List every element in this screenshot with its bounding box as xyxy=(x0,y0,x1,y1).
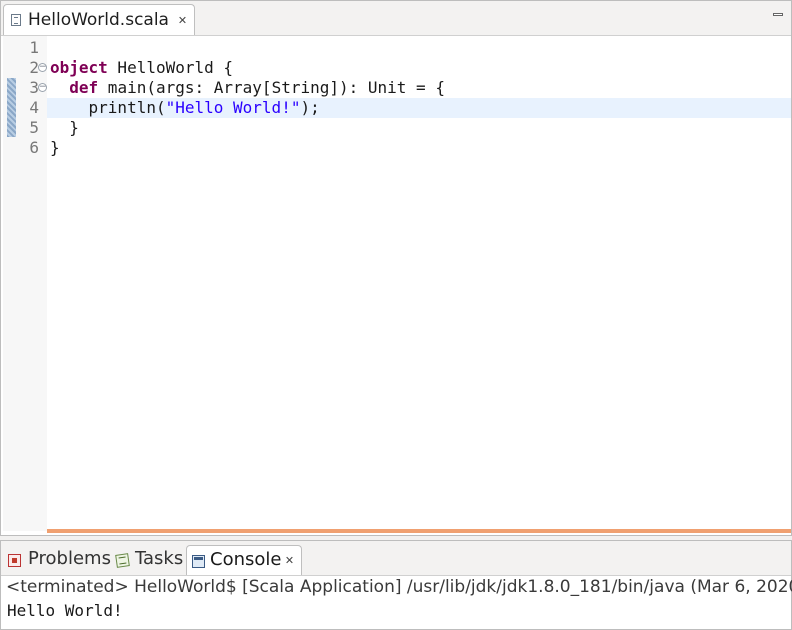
string-literal: "Hello World!" xyxy=(165,98,301,117)
code-text[interactable]: def main(args: Array[String]): Unit = { xyxy=(50,78,445,98)
minimize-button[interactable] xyxy=(773,13,783,16)
editor-part: HelloWorld.scala ✕ 1 2 − object HelloWor… xyxy=(0,0,792,536)
console-icon xyxy=(192,555,205,568)
console-part: Problems Tasks Console ✕ <terminated> He… xyxy=(0,540,792,630)
fold-collapse-icon[interactable]: − xyxy=(38,63,47,72)
view-tab-bar: Problems Tasks Console ✕ xyxy=(1,541,791,576)
line-number: 6 xyxy=(29,138,39,157)
console-output[interactable]: Hello World! xyxy=(7,601,123,621)
code-line: 2 − object HelloWorld { xyxy=(1,58,792,78)
tasks-icon xyxy=(115,553,130,568)
line-number: 4 xyxy=(29,98,39,117)
code-text[interactable]: object HelloWorld { xyxy=(50,58,233,78)
code-text[interactable]: } xyxy=(50,138,60,158)
editor-tab-label: HelloWorld.scala xyxy=(28,10,169,30)
editor-horizontal-scrollbar[interactable] xyxy=(47,529,791,533)
tab-tasks[interactable]: Tasks xyxy=(114,545,184,575)
tab-problems-label: Problems xyxy=(28,548,111,569)
tab-console[interactable]: Console ✕ xyxy=(186,545,302,575)
fold-collapse-icon[interactable]: − xyxy=(38,83,47,92)
code-text[interactable]: println("Hello World!"); xyxy=(50,98,320,118)
close-icon[interactable]: ✕ xyxy=(284,555,295,566)
code-line: 6 } xyxy=(1,138,792,158)
editor-tab-bar: HelloWorld.scala ✕ xyxy=(1,1,791,36)
line-number: 1 xyxy=(29,38,39,57)
tab-problems[interactable]: Problems xyxy=(6,545,111,575)
tab-tasks-label: Tasks xyxy=(135,548,184,569)
line-number: 5 xyxy=(29,118,39,137)
console-status-text: <terminated> HelloWorld$ [Scala Applicat… xyxy=(6,577,792,597)
code-line: 1 xyxy=(1,38,792,58)
line-number: 2 xyxy=(29,58,39,77)
editor-tab-helloworld-scala[interactable]: HelloWorld.scala ✕ xyxy=(3,4,195,35)
code-text[interactable]: } xyxy=(50,118,79,138)
line-number: 3 xyxy=(29,78,39,97)
code-line-current: 4 println("Hello World!"); xyxy=(1,98,792,118)
code-line: 3 − def main(args: Array[String]): Unit … xyxy=(1,78,792,98)
keyword-def: def xyxy=(69,78,99,97)
code-line: 5 } xyxy=(1,118,792,138)
close-icon[interactable]: ✕ xyxy=(177,15,188,26)
keyword-object: object xyxy=(50,58,108,77)
problems-icon xyxy=(8,554,21,567)
scala-file-icon xyxy=(11,14,21,26)
tab-console-label: Console xyxy=(210,549,282,570)
